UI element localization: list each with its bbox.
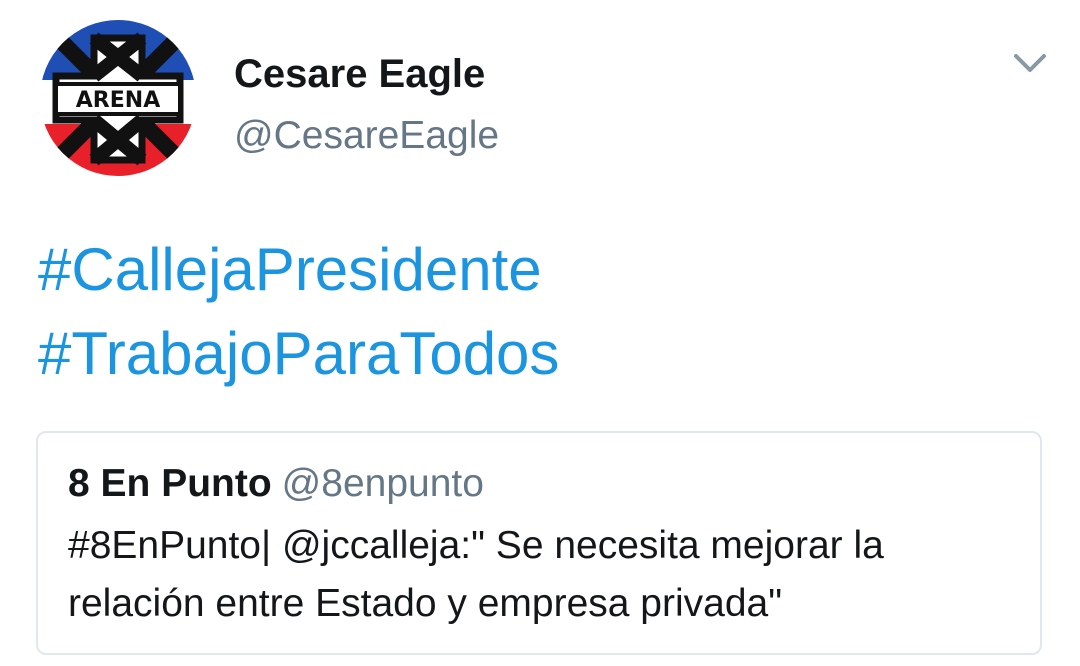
- hashtag-link[interactable]: #CallejaPresidente: [38, 228, 559, 312]
- quoted-text-line: relación entre Estado y empresa privada": [68, 582, 783, 625]
- quoted-tweet-text: #8EnPunto| @jccalleja:" Se necesita mejo…: [68, 517, 1018, 633]
- tweet-menu-button[interactable]: [1008, 46, 1052, 80]
- chevron-down-icon: [1014, 54, 1046, 72]
- quoted-text-line: #8EnPunto| @jccalleja:" Se necesita mejo…: [68, 524, 884, 567]
- quoted-tweet-header: 8 En Punto @8enpunto: [68, 459, 484, 509]
- quoted-author-handle[interactable]: @8enpunto: [282, 462, 484, 505]
- author-display-name[interactable]: Cesare Eagle: [234, 48, 485, 100]
- quoted-tweet-card[interactable]: 8 En Punto @8enpunto #8EnPunto| @jccallej…: [36, 431, 1042, 655]
- quoted-author-name[interactable]: 8 En Punto: [68, 462, 272, 505]
- avatar-logo-text: ARENA: [76, 88, 160, 113]
- avatar[interactable]: ARENA: [40, 20, 196, 176]
- hashtag-link[interactable]: #TrabajoParaTodos: [38, 312, 559, 396]
- author-handle[interactable]: @CesareEagle: [234, 110, 499, 162]
- arena-party-logo-icon: ARENA: [40, 20, 196, 176]
- tweet-text: #CallejaPresidente #TrabajoParaTodos: [38, 228, 559, 396]
